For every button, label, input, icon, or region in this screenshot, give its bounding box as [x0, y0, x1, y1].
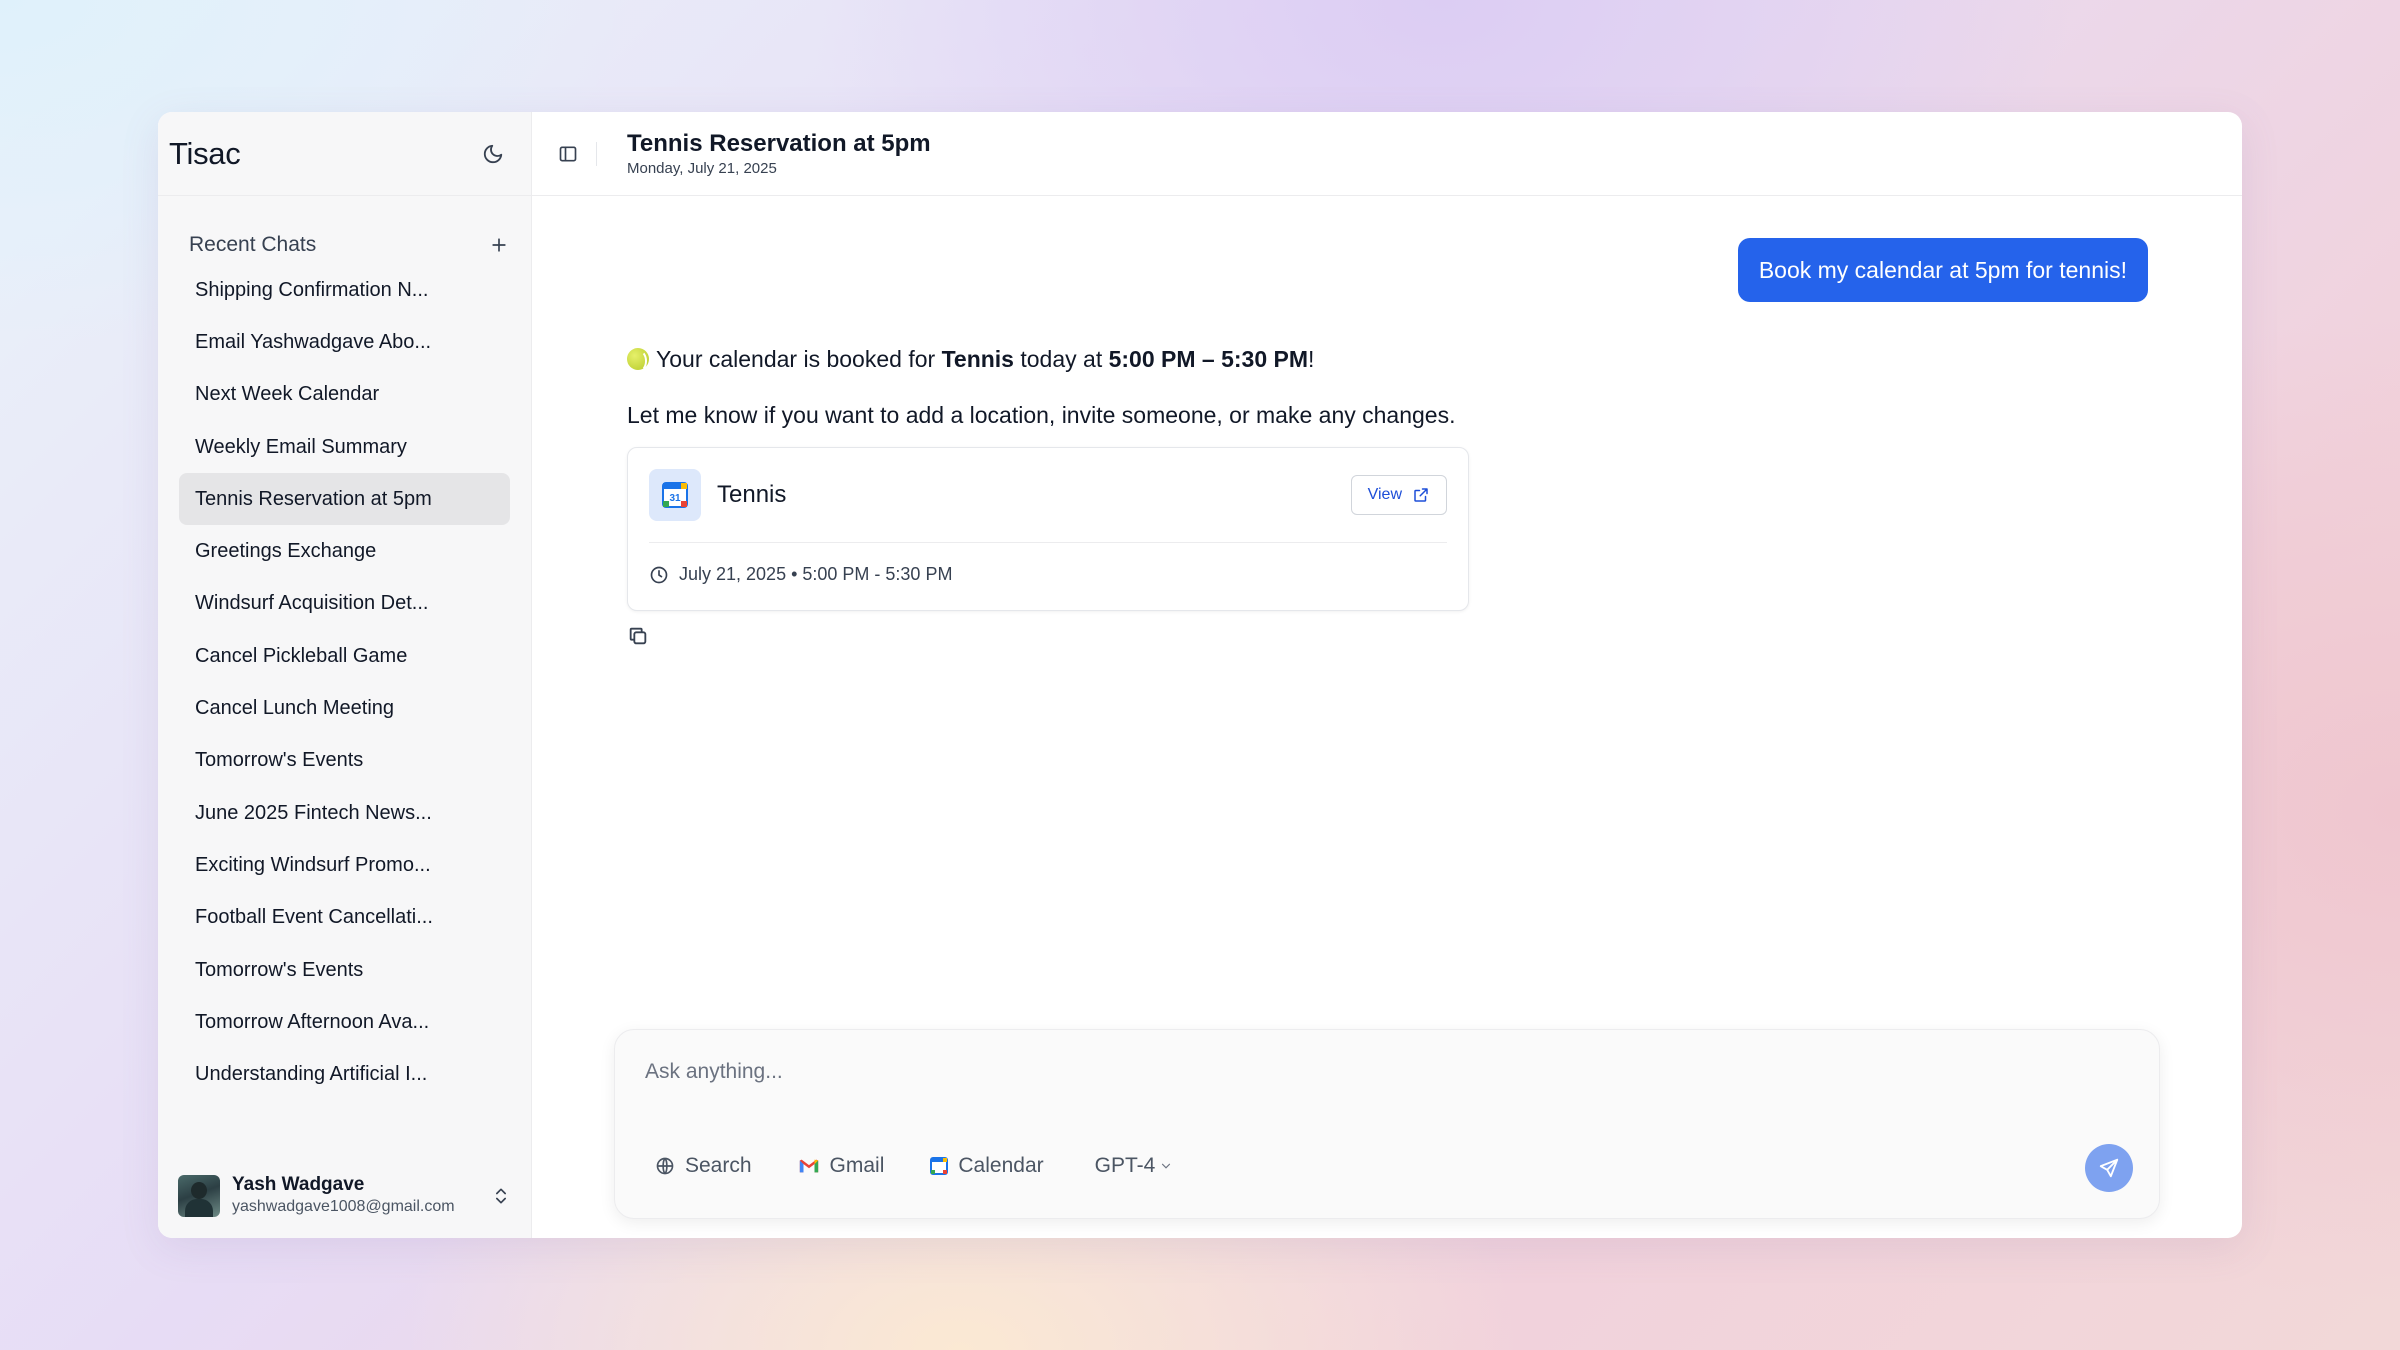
chat-title-block: Tennis Reservation at 5pm Monday, July 2…	[627, 129, 931, 179]
avatar	[178, 1175, 220, 1217]
send-button[interactable]	[2085, 1144, 2133, 1192]
gmail-icon	[799, 1159, 818, 1173]
user-name: Yash Wadgave	[232, 1174, 365, 1195]
user-email: yashwadgave1008@gmail.com	[232, 1198, 455, 1215]
chat-item[interactable]: June 2025 Fintech News...	[179, 787, 510, 839]
plus-icon	[492, 238, 506, 252]
clock-icon	[650, 566, 668, 583]
chat-item[interactable]: Cancel Lunch Meeting	[179, 682, 510, 734]
booked-event: Tennis	[941, 345, 1014, 372]
chat-item[interactable]: Exciting Windsurf Promo...	[179, 839, 510, 891]
booked-time: 5:00 PM – 5:30 PM	[1108, 345, 1309, 372]
calendar-icon	[930, 1157, 949, 1175]
gmail-tool-button[interactable]: Gmail	[798, 1154, 885, 1178]
booked-prefix: Your calendar is booked for	[656, 345, 942, 372]
assistant-line-followup: Let me know if you want to add a locatio…	[627, 402, 1456, 428]
tennis-ball-icon	[627, 348, 649, 372]
assistant-message: Your calendar is booked for Tennis today…	[627, 344, 1527, 651]
view-event-button[interactable]: View	[1350, 475, 1447, 515]
chevron-down-icon	[1162, 1163, 1171, 1169]
search-tool-button[interactable]: Search	[655, 1154, 752, 1178]
gmail-tool-label: Gmail	[829, 1154, 885, 1177]
copy-icon	[629, 627, 647, 645]
recent-chats-header: Recent Chats	[158, 232, 531, 258]
sidebar: Tisac Recent Chats Shipping Confirmation…	[158, 112, 532, 1238]
model-selector[interactable]: GPT-4	[1095, 1154, 1174, 1178]
event-time: July 21, 2025 • 5:00 PM - 5:30 PM	[679, 564, 953, 584]
toggle-sidebar-button[interactable]	[554, 140, 582, 168]
new-chat-button[interactable]	[485, 231, 513, 259]
view-label: View	[1367, 486, 1402, 503]
chat-item[interactable]: Tomorrow Afternoon Ava...	[179, 996, 510, 1048]
send-icon	[2099, 1158, 2119, 1178]
message-composer: Search Gmail	[614, 1029, 2160, 1219]
sidebar-header: Tisac	[158, 112, 531, 196]
copy-message-button[interactable]	[627, 625, 653, 651]
chat-item[interactable]: Tomorrow's Events	[179, 944, 510, 996]
sidebar-panel-icon	[559, 146, 577, 161]
chat-item-active[interactable]: Tennis Reservation at 5pm	[179, 473, 510, 526]
event-card-header: 31 Tennis View	[649, 469, 1447, 521]
recent-chats-title: Recent Chats	[189, 233, 317, 256]
event-card-divider	[649, 542, 1447, 543]
chat-item[interactable]: Football Event Cancellati...	[179, 892, 510, 944]
calendar-event-card: 31 Tennis View July 21, 2025 • 5:00 PM -…	[627, 447, 1469, 611]
chat-item[interactable]: Next Week Calendar	[179, 369, 510, 421]
booked-middle: today at	[1013, 345, 1109, 372]
chevrons-up-down-icon[interactable]	[491, 1186, 511, 1206]
chat-item[interactable]: Windsurf Acquisition Det...	[179, 578, 510, 630]
main-panel: Tennis Reservation at 5pm Monday, July 2…	[532, 112, 2242, 1238]
user-message-bubble: Book my calendar at 5pm for tennis!	[1737, 238, 2148, 302]
recent-chats-list: Shipping Confirmation N... Email Yashwad…	[158, 264, 531, 1101]
google-calendar-icon: 31	[649, 469, 701, 521]
header-divider	[596, 141, 597, 166]
external-link-icon	[1414, 488, 1428, 502]
chat-item[interactable]: Cancel Pickleball Game	[179, 630, 510, 682]
composer-tools: Search Gmail Calendar GPT-4	[655, 1146, 1173, 1186]
svg-text:31: 31	[669, 493, 681, 504]
globe-icon	[656, 1157, 674, 1175]
search-tool-label: Search	[685, 1154, 752, 1177]
app-brand: Tisac	[169, 135, 241, 171]
user-info: Yash Wadgave yashwadgave1008@gmail.com	[232, 1174, 491, 1218]
calendar-tool-label: Calendar	[958, 1154, 1044, 1177]
chat-header: Tennis Reservation at 5pm Monday, July 2…	[532, 112, 2242, 196]
chat-item[interactable]: Weekly Email Summary	[179, 421, 510, 473]
chat-item[interactable]: Greetings Exchange	[179, 525, 510, 577]
chat-date: Monday, July 21, 2025	[627, 159, 777, 177]
message-input[interactable]	[645, 1052, 1545, 1092]
chat-item[interactable]: Understanding Artificial I...	[179, 1048, 510, 1100]
chat-item[interactable]: Tomorrow's Events	[179, 735, 510, 787]
chat-item[interactable]: Shipping Confirmation N...	[179, 264, 510, 316]
app-window: Tisac Recent Chats Shipping Confirmation…	[158, 112, 2242, 1238]
event-time-row: July 21, 2025 • 5:00 PM - 5:30 PM	[649, 564, 952, 585]
calendar-tool-button[interactable]: Calendar	[930, 1154, 1044, 1178]
chat-item[interactable]: Email Yashwadgave Abo...	[179, 316, 510, 368]
user-account-menu[interactable]: Yash Wadgave yashwadgave1008@gmail.com	[178, 1172, 511, 1220]
assistant-line-booked: Your calendar is booked for Tennis today…	[627, 344, 1527, 374]
model-label: GPT-4	[1094, 1154, 1156, 1177]
moon-icon	[483, 144, 503, 163]
chat-title: Tennis Reservation at 5pm	[627, 129, 931, 157]
event-name: Tennis	[717, 481, 787, 508]
booked-suffix: !	[1308, 345, 1315, 372]
dark-mode-toggle[interactable]	[475, 136, 511, 172]
